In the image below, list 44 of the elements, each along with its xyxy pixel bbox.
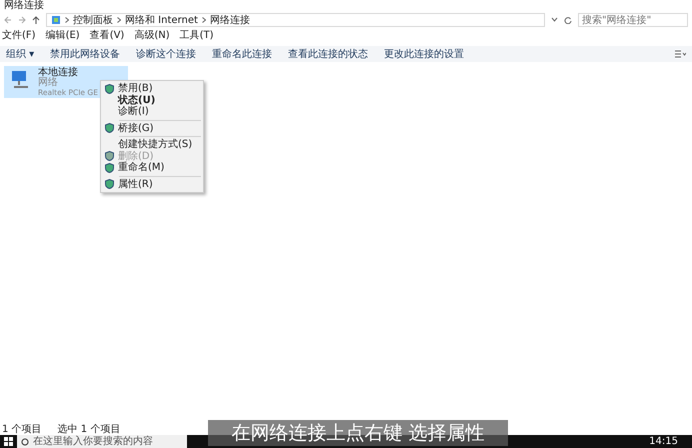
- chevron-icon: [117, 17, 121, 23]
- taskbar-search-field[interactable]: 在这里输入你要搜索的内容: [17, 435, 187, 448]
- subtitle-caption: 在网络连接上点右键 选择属性: [208, 420, 508, 446]
- toolbar-button[interactable]: 查看此连接的状态: [288, 46, 368, 62]
- context-menu-item[interactable]: 桥接(G): [101, 122, 203, 134]
- toolbar-button[interactable]: 更改此连接的设置: [384, 46, 464, 62]
- search-icon: [21, 438, 29, 446]
- menu-item[interactable]: 查看(V): [90, 28, 124, 42]
- context-menu-item[interactable]: 属性(R): [101, 178, 203, 190]
- shield-icon: [105, 84, 114, 94]
- breadcrumb-item[interactable]: 网络连接: [210, 12, 250, 28]
- connection-name: 本地连接: [38, 68, 79, 78]
- shield-icon: [105, 151, 114, 162]
- shield-icon: [105, 123, 114, 134]
- search-field[interactable]: 搜索"网络连接": [578, 13, 688, 27]
- shield-icon: [105, 162, 114, 173]
- menu-item[interactable]: 编辑(E): [46, 28, 80, 42]
- menu-item[interactable]: 文件(F): [2, 28, 36, 42]
- status-text: 1 个项目: [2, 425, 42, 435]
- toolbar-button[interactable]: 组织 ▾: [6, 46, 34, 62]
- window-title: 网络连接: [3, 0, 45, 12]
- toolbar-button[interactable]: 诊断这个连接: [136, 46, 196, 62]
- network-label: 网络: [38, 78, 59, 88]
- status-text: 选中 1 个项目: [58, 425, 120, 435]
- breadcrumb-item[interactable]: 控制面板: [73, 12, 113, 28]
- toolbar-button[interactable]: 禁用此网络设备: [50, 46, 120, 62]
- up-arrow-icon[interactable]: [32, 16, 40, 24]
- clock-time: 14:15: [648, 435, 679, 448]
- start-windows-icon[interactable]: [4, 436, 13, 446]
- control-panel-icon: [51, 15, 61, 25]
- shield-icon: [105, 179, 114, 190]
- chevron-icon: [65, 17, 69, 23]
- toolbar-button[interactable]: 重命名此连接: [212, 46, 272, 62]
- menu-item[interactable]: 高级(N): [134, 28, 170, 42]
- breadcrumb-item[interactable]: 网络和 Internet: [125, 12, 198, 28]
- context-menu-item[interactable]: 重命名(M): [101, 162, 203, 174]
- chevron-icon: [202, 17, 206, 23]
- context-menu-item[interactable]: 创建快捷方式(S): [101, 139, 203, 150]
- menu-item[interactable]: 工具(T): [180, 28, 214, 42]
- refresh-icon[interactable]: [564, 16, 572, 24]
- dropdown-caret-icon: [551, 17, 558, 23]
- context-menu-item[interactable]: 诊断(I): [101, 106, 203, 118]
- view-options-icon: [674, 50, 686, 58]
- address-bar[interactable]: 控制面板 网络和 Internet 网络连接: [46, 13, 545, 27]
